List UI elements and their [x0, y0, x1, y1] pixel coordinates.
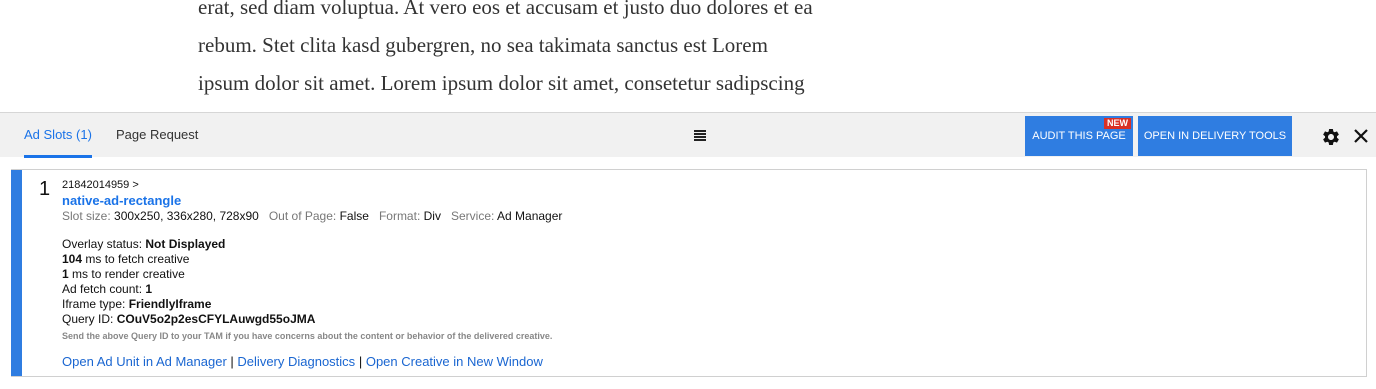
new-badge: NEW	[1104, 118, 1131, 129]
article-line: rebum. Stet clita kasd gubergren, no sea…	[198, 33, 768, 57]
tab-label: Ad Slots (1)	[24, 127, 92, 142]
open-creative-link[interactable]: Open Creative in New Window	[366, 354, 543, 369]
overlay-status-value: Not Displayed	[145, 237, 226, 251]
publisher-console-toolbar: Ad Slots (1) Page Request AUDIT THIS PAG…	[0, 112, 1376, 158]
tab-ad-slots[interactable]: Ad Slots (1)	[24, 113, 92, 158]
link-separator: |	[358, 354, 363, 369]
service-value: Ad Manager	[497, 209, 563, 223]
slot-details: 21842014959 > native-ad-rectangle Slot s…	[62, 178, 562, 344]
ad-fetch-count: Ad fetch count: 1	[62, 282, 153, 296]
active-tab-indicator	[24, 155, 92, 158]
open-delivery-tools-button[interactable]: OPEN IN DELIVERY TOOLS	[1138, 116, 1292, 156]
slot-name: native-ad-rectangle	[62, 193, 182, 208]
query-id-note: Send the above Query ID to your TAM if y…	[62, 331, 553, 341]
slot-size-value: 300x250, 336x280, 728x90	[114, 209, 259, 223]
article-line: erat, sed diam voluptua. At vero eos et …	[198, 0, 813, 19]
overlay-status: Overlay status: Not Displayed	[62, 237, 226, 251]
ad-slot-card: 1 21842014959 > native-ad-rectangle Slot…	[11, 169, 1367, 377]
delivery-button-label: OPEN IN DELIVERY TOOLS	[1143, 130, 1287, 142]
ad-unit-path: 21842014959 >	[62, 179, 139, 191]
audit-button-label: AUDIT THIS PAGE	[1032, 130, 1126, 142]
gear-icon[interactable]	[1321, 127, 1341, 147]
audit-page-button[interactable]: AUDIT THIS PAGE NEW	[1025, 116, 1133, 156]
fetch-time: 104 ms to fetch creative	[62, 252, 190, 266]
close-icon[interactable]	[1352, 127, 1370, 145]
query-id: Query ID: COuV5o2p2esCFYLAuwgd55oJMA	[62, 312, 316, 326]
query-id-value[interactable]: COuV5o2p2esCFYLAuwgd55oJMA	[117, 312, 316, 326]
iframe-type: Iframe type: FriendlyIframe	[62, 297, 212, 311]
slot-number: 1	[39, 178, 51, 200]
link-separator: |	[230, 354, 234, 369]
slot-links: Open Ad Unit in Ad Manager | Delivery Di…	[62, 354, 543, 369]
tab-label: Page Request	[116, 127, 199, 142]
delivery-diagnostics-link[interactable]: Delivery Diagnostics	[237, 354, 355, 369]
format-value: Div	[423, 209, 441, 223]
menu-icon[interactable]	[694, 130, 706, 141]
article-line: ipsum dolor sit amet. Lorem ipsum dolor …	[198, 71, 805, 95]
open-ad-unit-link[interactable]: Open Ad Unit in Ad Manager	[62, 354, 227, 369]
tab-page-request[interactable]: Page Request	[116, 113, 198, 158]
render-time: 1 ms to render creative	[62, 267, 185, 281]
card-accent-bar	[11, 170, 22, 376]
out-of-page-value: False	[339, 209, 369, 223]
slot-meta: Slot size: 300x250, 336x280, 728x90 Out …	[62, 209, 563, 223]
